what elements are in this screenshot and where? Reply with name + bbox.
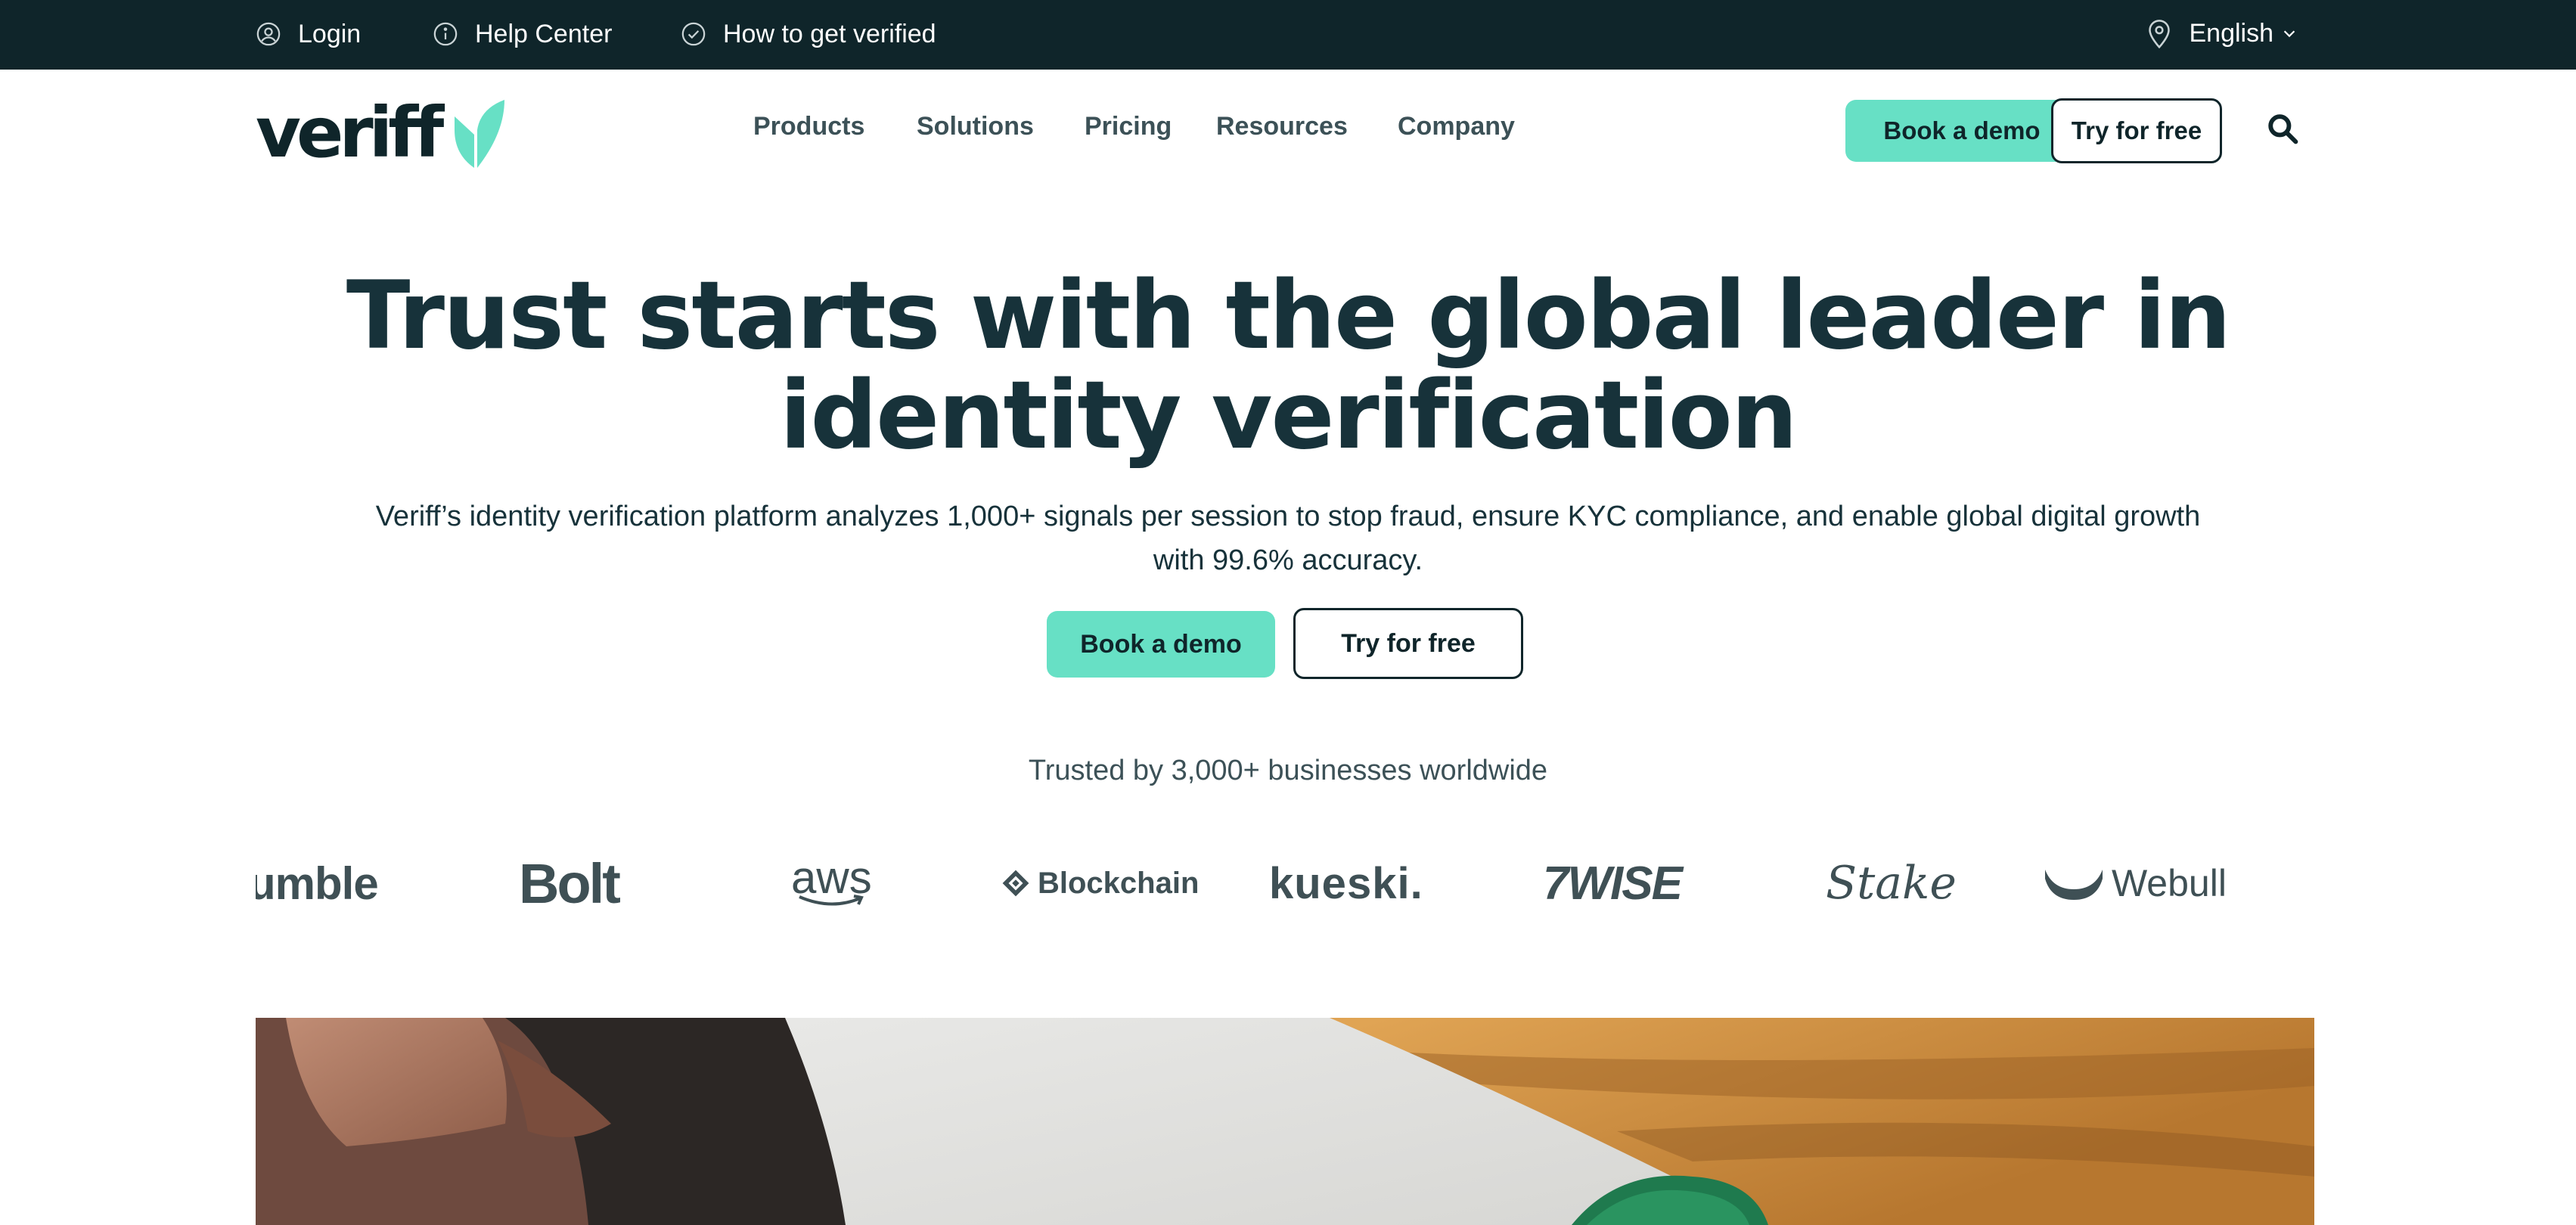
stake-logo: Stake	[1826, 857, 1957, 910]
chevron-down-icon	[2283, 30, 2295, 38]
language-label: English	[2189, 18, 2273, 48]
hero-book-demo-button[interactable]: Book a demo	[1047, 611, 1275, 678]
language-selector[interactable]: English	[2148, 15, 2298, 51]
hero-image	[256, 1018, 2314, 1225]
hero-title: Trust starts with the global leader in i…	[0, 266, 2576, 466]
kueski-logo: kueski.	[1269, 858, 1423, 908]
hero-subtitle: Veriff’s identity verification platform …	[348, 495, 2228, 582]
customer-logo-strip: umble Bolt aws Blockchain kueski. 7WISE …	[256, 838, 2314, 929]
nav-resources[interactable]: Resources	[1216, 112, 1348, 141]
get-verified-label: How to get verified	[723, 19, 936, 48]
help-center-link[interactable]: Help Center	[433, 17, 612, 51]
nav-company[interactable]: Company	[1398, 112, 1515, 141]
try-free-button[interactable]: Try for free	[2051, 98, 2222, 163]
book-demo-button[interactable]: Book a demo	[1845, 100, 2078, 162]
blockchain-logo-text: Blockchain	[1038, 866, 1200, 900]
search-icon[interactable]	[2266, 112, 2299, 145]
nav-pricing[interactable]: Pricing	[1085, 112, 1172, 141]
blockchain-logo: Blockchain	[1001, 838, 1199, 929]
login-link[interactable]: Login	[256, 17, 361, 51]
webull-wave-icon	[2045, 870, 2103, 900]
webull-logo-text: Webull	[2112, 862, 2227, 904]
blockchain-diamond-icon	[1002, 870, 1029, 897]
login-label: Login	[298, 19, 362, 48]
bolt-logo: Bolt	[519, 851, 621, 915]
info-icon	[433, 22, 458, 46]
nav-solutions[interactable]: Solutions	[917, 112, 1034, 141]
check-circle-icon	[681, 22, 706, 46]
wise-logo: 7WISE	[1543, 857, 1683, 910]
get-verified-link[interactable]: How to get verified	[681, 17, 936, 51]
aws-logo-text: aws	[791, 852, 872, 903]
trusted-by-text: Trusted by 3,000+ businesses worldwide	[1028, 755, 1548, 786]
hero-title-line1: Trust starts with the global leader in	[346, 262, 2231, 371]
hero-subtitle-line1: Veriff’s identity verification platform …	[375, 501, 2201, 532]
top-utility-bar: Login Help Center How to get verified En…	[0, 0, 2576, 70]
aws-smile-icon	[799, 895, 864, 906]
user-icon	[256, 22, 281, 46]
location-pin-icon	[2149, 20, 2171, 48]
hero-subtitle-line2: with 99.6% accuracy.	[1153, 544, 1423, 576]
hero-photo	[256, 1018, 2314, 1225]
hero-try-free-button[interactable]: Try for free	[1293, 608, 1523, 679]
nav-products[interactable]: Products	[753, 112, 864, 141]
bumble-logo: umble	[256, 858, 379, 909]
hero-title-line2: identity verification	[779, 361, 1798, 470]
aws-logo: aws	[791, 838, 872, 929]
help-center-label: Help Center	[475, 19, 613, 48]
webull-logo: Webull	[2044, 838, 2227, 929]
